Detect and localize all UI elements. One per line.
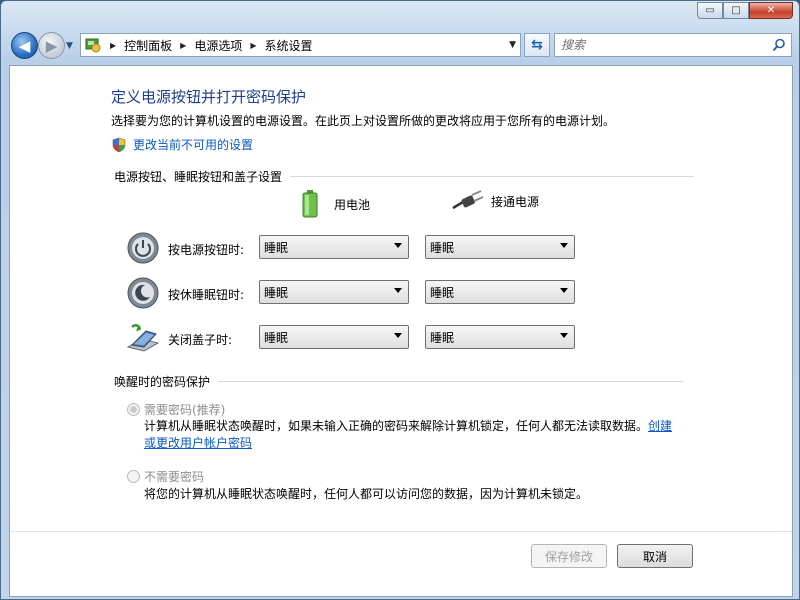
select-value: 睡眠 (430, 285, 455, 300)
dropdown-arrow-icon (394, 243, 402, 248)
power-button-battery-select[interactable]: 睡眠 (259, 235, 409, 259)
minimize-button[interactable]: ▭ (697, 2, 723, 19)
plugged-column-label: 接通电源 (491, 194, 540, 209)
dropdown-arrow-icon (394, 288, 402, 293)
lid-close-battery-select[interactable]: 睡眠 (259, 325, 409, 349)
history-dropdown-icon[interactable]: ▼ (66, 41, 73, 51)
require-password-option[interactable]: 需要密码(推荐) (127, 401, 225, 418)
change-settings-link-row[interactable]: 更改当前不可用的设置 (111, 136, 253, 153)
divider (290, 176, 695, 177)
select-value: 睡眠 (264, 240, 289, 255)
dropdown-arrow-icon (560, 243, 568, 248)
plugged-column-header: 接通电源 (451, 190, 539, 212)
power-buttons-section-heading: 电源按钮、睡眠按钮和盖子设置 (114, 168, 695, 185)
power-button-plugged-select[interactable]: 睡眠 (425, 235, 575, 259)
lid-close-setting-row: 关闭盖子时: 睡眠 睡眠 (126, 321, 686, 355)
chevron-right-icon[interactable]: ▶ (250, 41, 256, 50)
forward-button[interactable]: ▶ (38, 32, 65, 59)
uac-shield-icon (112, 137, 126, 152)
breadcrumb-power-options[interactable]: 电源选项 (194, 37, 242, 54)
password-section-heading: 唤醒时的密码保护 (114, 373, 684, 390)
select-value: 睡眠 (264, 285, 289, 300)
address-bar[interactable]: ▶ 控制面板 ▶ 电源选项 ▶ 系统设置 ▼ (80, 33, 521, 57)
lid-close-plugged-select[interactable]: 睡眠 (425, 325, 575, 349)
save-changes-button[interactable]: 保存修改 (531, 544, 607, 568)
no-password-description: 将您的计算机从睡眠状态唤醒时，任何人都可以访问您的数据，因为计算机未锁定。 (144, 487, 589, 501)
content-pane: 定义电源按钮并打开密码保护 选择要为您的计算机设置的电源设置。在此页上对设置所做… (9, 65, 793, 597)
lid-close-label: 关闭盖子时: (168, 333, 233, 347)
close-button[interactable]: ✕ (749, 2, 793, 19)
sleep-button-plugged-select[interactable]: 睡眠 (425, 280, 575, 304)
select-value: 睡眠 (430, 330, 455, 345)
search-input[interactable] (561, 38, 761, 52)
chevron-down-icon[interactable]: ▼ (509, 40, 516, 50)
cancel-button[interactable]: 取消 (617, 544, 693, 568)
refresh-icon: ⇆ (531, 37, 543, 53)
power-button-setting-row: 按电源按钮时: 睡眠 睡眠 (126, 231, 686, 265)
no-password-label[interactable]: 不需要密码 (144, 468, 204, 485)
footer-divider (10, 531, 792, 532)
section-heading-text: 电源按钮、睡眠按钮和盖子设置 (114, 170, 283, 184)
change-unavailable-settings-link[interactable]: 更改当前不可用的设置 (133, 136, 253, 153)
page-title: 定义电源按钮并打开密码保护 (111, 88, 307, 106)
power-button-label: 按电源按钮时: (168, 243, 245, 257)
arrow-left-icon: ◀ (18, 36, 31, 55)
breadcrumb-system-settings[interactable]: 系统设置 (265, 37, 313, 54)
require-password-description: 计算机从睡眠状态唤醒时，如果未输入正确的密码来解除计算机锁定，任何人都无法读取数… (144, 418, 674, 452)
battery-column-header: 用电池 (302, 190, 370, 218)
search-box[interactable] (554, 33, 792, 57)
section-heading-text: 唤醒时的密码保护 (114, 375, 211, 389)
battery-icon (302, 190, 318, 218)
back-button[interactable]: ◀ (11, 32, 38, 59)
sleep-button-battery-select[interactable]: 睡眠 (259, 280, 409, 304)
sleep-button-setting-row: 按休睡眠钮时: 睡眠 睡眠 (126, 276, 686, 310)
no-password-option[interactable]: 不需要密码 (127, 468, 204, 485)
require-password-label[interactable]: 需要密码(推荐) (144, 401, 225, 418)
search-icon[interactable] (772, 38, 786, 52)
require-password-radio[interactable] (127, 403, 140, 416)
dropdown-arrow-icon (394, 333, 402, 338)
control-panel-window: ▭ □ ✕ ◀ ▶ ▼ ▶ 控制面板 ▶ 电源选项 ▶ 系统设置 ▼ ⇆ 搜索 … (0, 0, 800, 600)
refresh-button[interactable]: ⇆ (524, 33, 550, 57)
divider (218, 381, 684, 382)
chevron-right-icon[interactable]: ▶ (110, 41, 116, 50)
maximize-button[interactable]: □ (723, 2, 749, 19)
sleep-button-label: 按休睡眠钮时: (168, 288, 245, 302)
chevron-right-icon[interactable]: ▶ (180, 41, 186, 50)
no-password-radio[interactable] (127, 470, 140, 483)
power-plug-icon (452, 190, 484, 210)
select-value: 睡眠 (264, 330, 289, 345)
breadcrumb-control-panel[interactable]: 控制面板 (124, 37, 172, 54)
caption-buttons: ▭ □ ✕ (697, 2, 793, 19)
dropdown-arrow-icon (560, 333, 568, 338)
battery-column-label: 用电池 (334, 197, 371, 212)
require-password-desc-text: 计算机从睡眠状态唤醒时，如果未输入正确的密码来解除计算机锁定，任何人都无法读取数… (144, 419, 649, 433)
laptop-lid-icon (126, 324, 160, 352)
control-panel-icon (85, 38, 101, 53)
breadcrumb: ▶ 控制面板 ▶ 电源选项 ▶ 系统设置 (106, 37, 313, 54)
power-button-icon (127, 232, 159, 264)
sleep-button-icon (127, 277, 159, 309)
navigation-bar: ◀ ▶ ▼ ▶ 控制面板 ▶ 电源选项 ▶ 系统设置 ▼ ⇆ (1, 29, 799, 61)
dropdown-arrow-icon (560, 288, 568, 293)
page-description: 选择要为您的计算机设置的电源设置。在此页上对设置所做的更改将应用于您所有的电源计… (111, 114, 616, 128)
select-value: 睡眠 (430, 240, 455, 255)
arrow-right-icon: ▶ (45, 36, 58, 55)
